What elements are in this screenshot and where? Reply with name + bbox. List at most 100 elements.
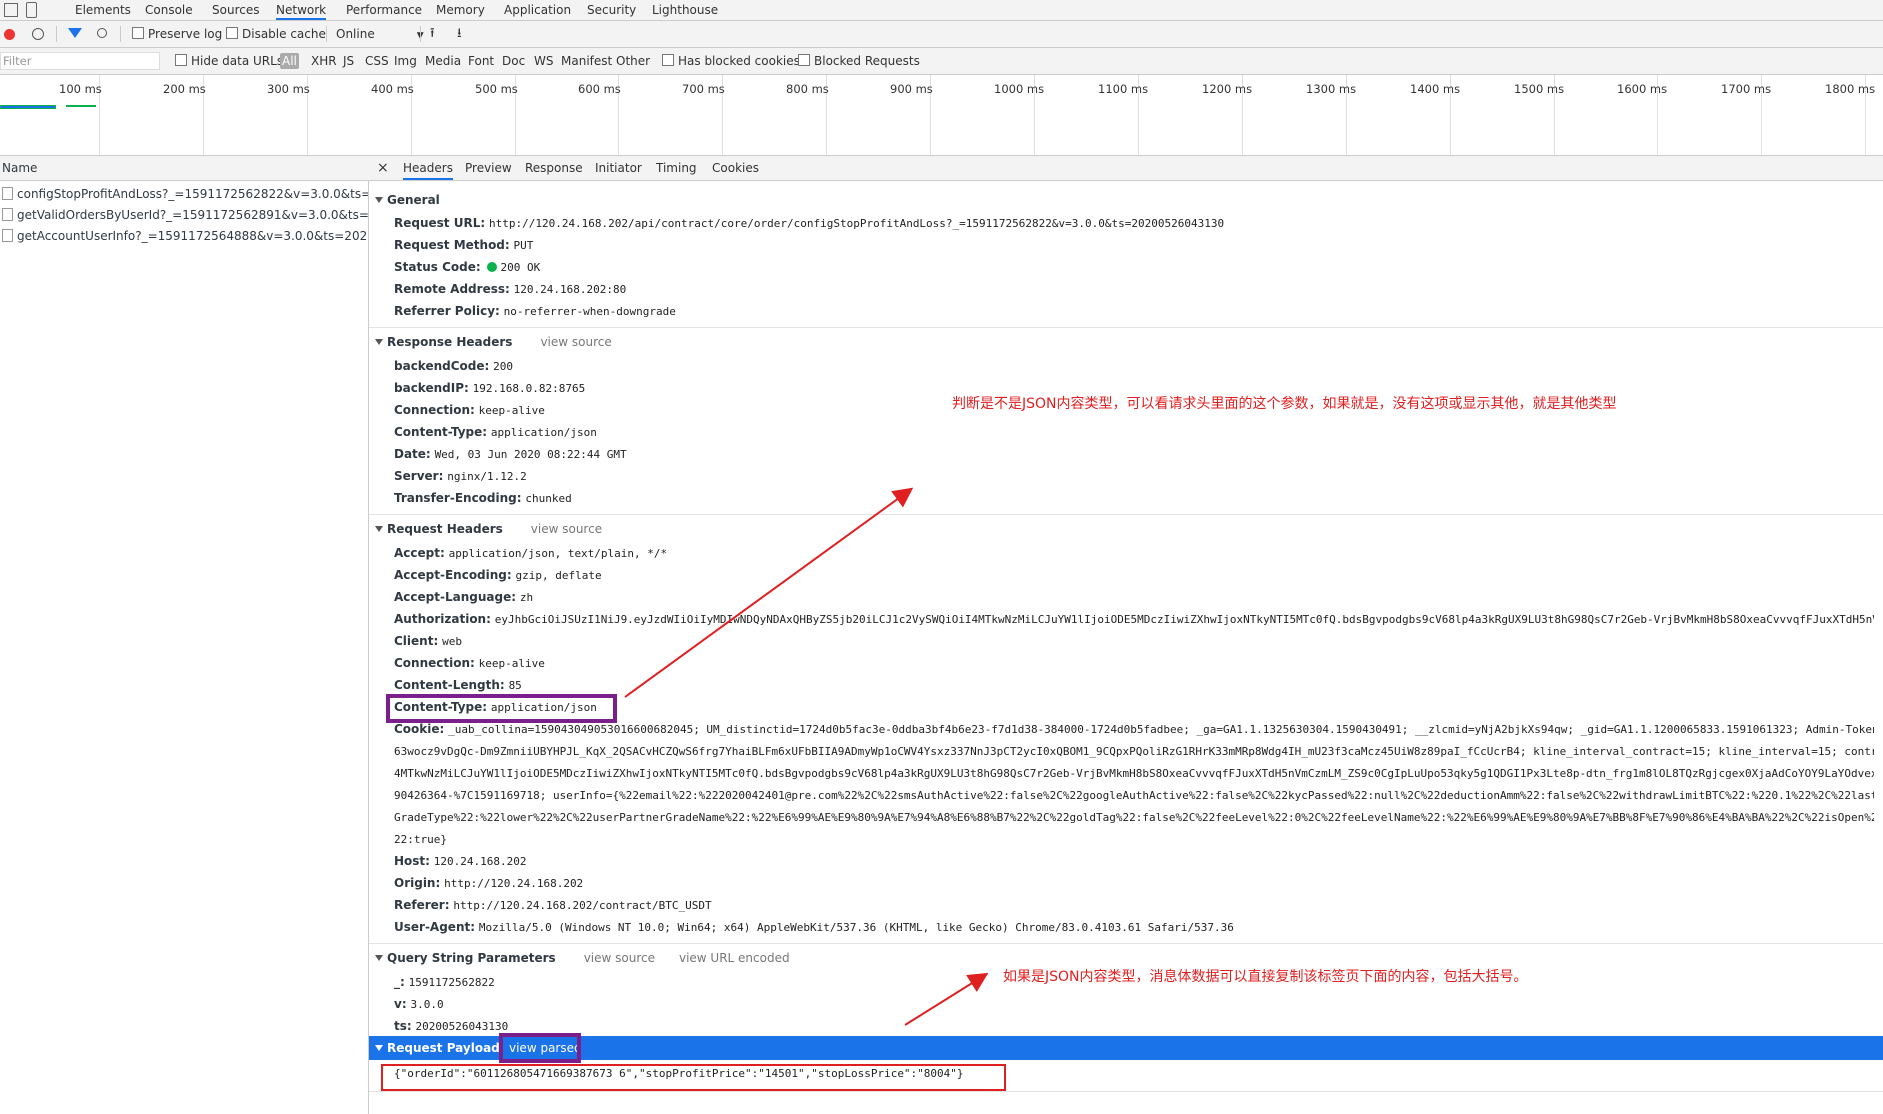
tab-sources[interactable]: Sources bbox=[212, 0, 259, 20]
name-column-header[interactable]: Name bbox=[0, 156, 370, 181]
import-har-icon[interactable]: ⭱ bbox=[430, 21, 435, 47]
request-header-row: Host: 120.24.168.202 bbox=[394, 854, 527, 868]
throttling-select[interactable]: Online▼ bbox=[336, 21, 424, 47]
filter-type-css[interactable]: CSS bbox=[365, 48, 389, 74]
view-source-link[interactable]: view source bbox=[540, 335, 611, 349]
tab-memory[interactable]: Memory bbox=[436, 0, 485, 20]
filter-icon[interactable] bbox=[68, 28, 82, 38]
filter-type-media[interactable]: Media bbox=[425, 48, 461, 74]
response-header-row: Content-Type: application/json bbox=[394, 425, 597, 439]
timeline-gridline bbox=[0, 75, 1866, 155]
filter-type-font[interactable]: Font bbox=[468, 48, 494, 74]
close-icon[interactable]: × bbox=[377, 156, 389, 180]
tab-lighthouse[interactable]: Lighthouse bbox=[652, 0, 718, 20]
general-row: Referrer Policy: no-referrer-when-downgr… bbox=[394, 304, 676, 318]
tab-response[interactable]: Response bbox=[525, 156, 583, 180]
cookie-line: GradeType%22:%22lower%22%2C%22userPartne… bbox=[394, 811, 1874, 824]
tab-application[interactable]: Application bbox=[504, 0, 571, 20]
tab-initiator[interactable]: Initiator bbox=[595, 156, 642, 180]
request-header-row: Connection: keep-alive bbox=[394, 656, 545, 670]
device-toolbar-icon[interactable] bbox=[26, 2, 37, 18]
view-source-link[interactable]: view source bbox=[584, 951, 655, 965]
search-icon[interactable] bbox=[97, 28, 107, 38]
view-source-link[interactable]: view source bbox=[531, 522, 602, 536]
tab-console[interactable]: Console bbox=[145, 0, 193, 20]
filter-type-ws[interactable]: WS bbox=[534, 48, 553, 74]
has-blocked-cookies-label: Has blocked cookies bbox=[678, 54, 800, 68]
cookie-line: 4MTkwNzMiLCJuYW1lIjoiODE5MDczIiwiZXhwIjo… bbox=[394, 767, 1874, 780]
request-name: getAccountUserInfo?_=1591172564888&v=3.0… bbox=[17, 229, 368, 243]
request-payload-section-header[interactable]: Request Payload view parsed bbox=[369, 1036, 1883, 1060]
request-headers-section-header[interactable]: Request Headers view source bbox=[375, 522, 602, 536]
request-header-row: Accept-Encoding: gzip, deflate bbox=[394, 568, 602, 582]
tab-elements[interactable]: Elements bbox=[75, 0, 131, 20]
tab-preview[interactable]: Preview bbox=[465, 156, 512, 180]
request-row[interactable]: getAccountUserInfo?_=1591172564888&v=3.0… bbox=[0, 226, 368, 247]
response-header-row: backendCode: 200 bbox=[394, 359, 514, 373]
response-header-row: Transfer-Encoding: chunked bbox=[394, 491, 572, 505]
file-icon bbox=[2, 187, 13, 200]
timeline-overview[interactable]: 100 ms 200 ms 300 ms 400 ms 500 ms 600 ms 700 … bbox=[0, 75, 1883, 156]
blocked-requests-label: Blocked Requests bbox=[814, 54, 920, 68]
response-header-row: Connection: keep-alive bbox=[394, 403, 545, 417]
preserve-log-label: Preserve log bbox=[148, 27, 223, 41]
tab-timing[interactable]: Timing bbox=[656, 156, 697, 180]
inspect-element-icon[interactable] bbox=[4, 3, 18, 17]
filter-type-js[interactable]: JS bbox=[343, 48, 354, 74]
hide-data-urls-label: Hide data URLs bbox=[191, 54, 284, 68]
request-header-row: Content-Length: 85 bbox=[394, 678, 522, 692]
request-row[interactable]: getValidOrdersByUserId?_=1591172562891&v… bbox=[0, 205, 368, 226]
view-parsed-highlight-box bbox=[499, 1033, 581, 1063]
collapse-triangle-icon bbox=[375, 1045, 383, 1051]
filter-type-all[interactable]: All bbox=[280, 53, 299, 69]
request-header-row: Accept: application/json, text/plain, */… bbox=[394, 546, 668, 560]
tab-network[interactable]: Network bbox=[276, 0, 327, 20]
filter-type-img[interactable]: Img bbox=[394, 48, 417, 74]
export-har-icon[interactable]: ⭳ bbox=[457, 21, 462, 47]
hide-data-urls-checkbox[interactable]: Hide data URLs bbox=[175, 48, 283, 74]
request-header-row: Referer: http://120.24.168.202/contract/… bbox=[394, 898, 712, 912]
record-icon[interactable] bbox=[4, 29, 15, 40]
response-headers-title: Response Headers bbox=[387, 335, 513, 349]
filter-input[interactable]: Filter bbox=[0, 52, 160, 70]
timeline-bar bbox=[0, 105, 56, 109]
throttling-value: Online bbox=[336, 27, 375, 41]
payload-highlight-box bbox=[381, 1064, 1006, 1091]
disable-cache-checkbox[interactable]: Disable cache bbox=[226, 21, 326, 47]
response-headers-section-header[interactable]: Response Headers view source bbox=[375, 335, 612, 349]
request-payload-title: Request Payload bbox=[375, 1036, 500, 1060]
content-type-highlight-box bbox=[386, 694, 617, 723]
file-icon bbox=[2, 229, 13, 242]
request-header-row: Origin: http://120.24.168.202 bbox=[394, 876, 584, 890]
annotation-note-payload: 如果是JSON内容类型，消息体数据可以直接复制该标签页下面的内容，包括大括号。 bbox=[1003, 969, 1528, 985]
clear-icon[interactable] bbox=[32, 28, 44, 40]
general-row: Request Method: PUT bbox=[394, 238, 534, 252]
blocked-requests-checkbox[interactable]: Blocked Requests bbox=[798, 48, 920, 74]
view-url-encoded-link[interactable]: view URL encoded bbox=[679, 951, 790, 965]
preserve-log-checkbox[interactable]: Preserve log bbox=[132, 21, 222, 47]
timeline-bar bbox=[66, 105, 96, 107]
request-list: Name configStopProfitAndLoss?_=159117256… bbox=[0, 156, 370, 1114]
request-name: configStopProfitAndLoss?_=1591172562822&… bbox=[17, 187, 368, 201]
filter-type-manifest[interactable]: Manifest bbox=[561, 48, 612, 74]
annotation-note-content-type: 判断是不是JSON内容类型，可以看请求头里面的这个参数，如果就是，没有这项或显示… bbox=[952, 396, 1617, 412]
tab-headers[interactable]: Headers bbox=[403, 156, 453, 180]
general-row: Remote Address: 120.24.168.202:80 bbox=[394, 282, 627, 296]
cookie-line: 90426364-%7C1591169718; userInfo={%22ema… bbox=[394, 789, 1874, 802]
request-header-row: Authorization: eyJhbGciOiJSUzI1NiJ9.eyJz… bbox=[394, 612, 1874, 626]
tab-security[interactable]: Security bbox=[587, 0, 636, 20]
filter-type-xhr[interactable]: XHR bbox=[311, 48, 337, 74]
has-blocked-cookies-checkbox[interactable]: Has blocked cookies bbox=[662, 48, 800, 74]
tab-cookies[interactable]: Cookies bbox=[712, 156, 759, 180]
filter-type-other[interactable]: Other bbox=[616, 48, 650, 74]
filter-type-doc[interactable]: Doc bbox=[502, 48, 525, 74]
tab-performance[interactable]: Performance bbox=[346, 0, 422, 20]
request-row[interactable]: configStopProfitAndLoss?_=1591172562822&… bbox=[0, 184, 368, 205]
disable-cache-label: Disable cache bbox=[242, 27, 326, 41]
response-header-row: Server: nginx/1.12.2 bbox=[394, 469, 527, 483]
collapse-triangle-icon bbox=[375, 526, 383, 532]
query-param-row: v: 3.0.0 bbox=[394, 997, 444, 1011]
devtools-tabbar: Elements Console Sources Network Perform… bbox=[0, 0, 1883, 21]
general-section-header[interactable]: General bbox=[375, 193, 440, 207]
query-string-section-header[interactable]: Query String Parameters view source view U… bbox=[375, 951, 790, 965]
